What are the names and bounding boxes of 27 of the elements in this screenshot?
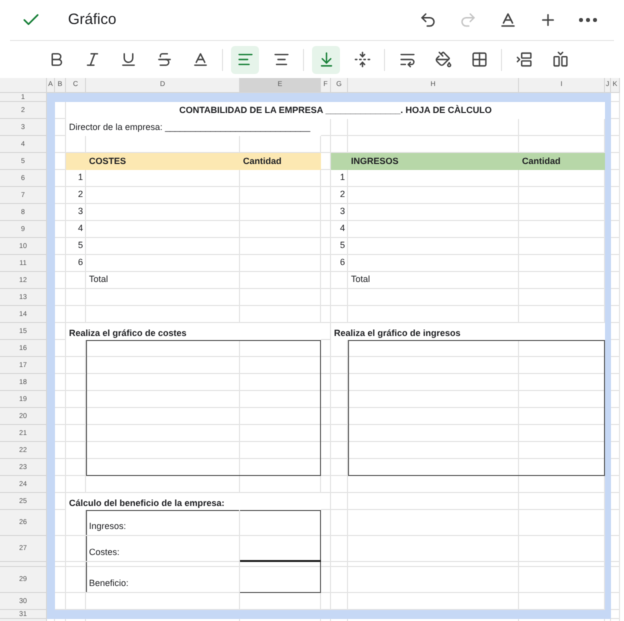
total-label: Total <box>348 272 519 289</box>
document-title: Gráfico <box>68 10 116 30</box>
sheet-title: CONTABILIDAD DE LA EMPRESA _______________. HOJA DE CÀLCULO <box>66 102 605 119</box>
total-label: Total <box>86 272 240 289</box>
row-number-cell: 4 <box>66 221 86 238</box>
row-number-cell: 5 <box>66 238 86 255</box>
chart-prompt: Realiza el gráfico de ingresos <box>331 323 605 340</box>
chart-prompt: Realiza el gráfico de costes <box>66 323 321 340</box>
table-header: Cantidad <box>242 154 283 168</box>
row-number-cell: 2 <box>331 187 348 204</box>
table-header: COSTES <box>88 154 128 168</box>
profit-title: Cálculo del beneficio de la empresa: <box>66 493 321 510</box>
row-number-cell: 4 <box>331 221 348 238</box>
director-label: Director de la empresa: _____________________________ <box>66 119 321 136</box>
row-number-cell: 1 <box>66 170 86 187</box>
profit-label: Costes: <box>86 536 240 562</box>
row-number-cell: 6 <box>66 255 86 272</box>
row-number-cell: 3 <box>66 204 86 221</box>
profit-label: Ingresos: <box>86 510 240 536</box>
row-number-cell: 1 <box>331 170 348 187</box>
table-header: INGRESOS <box>350 154 400 168</box>
profit-label: Beneficio: <box>86 567 240 593</box>
row-number-cell: 6 <box>331 255 348 272</box>
row-number-cell: 5 <box>331 238 348 255</box>
row-number-cell: 2 <box>66 187 86 204</box>
row-number-cell: 3 <box>331 204 348 221</box>
table-header: Cantidad <box>521 154 562 168</box>
